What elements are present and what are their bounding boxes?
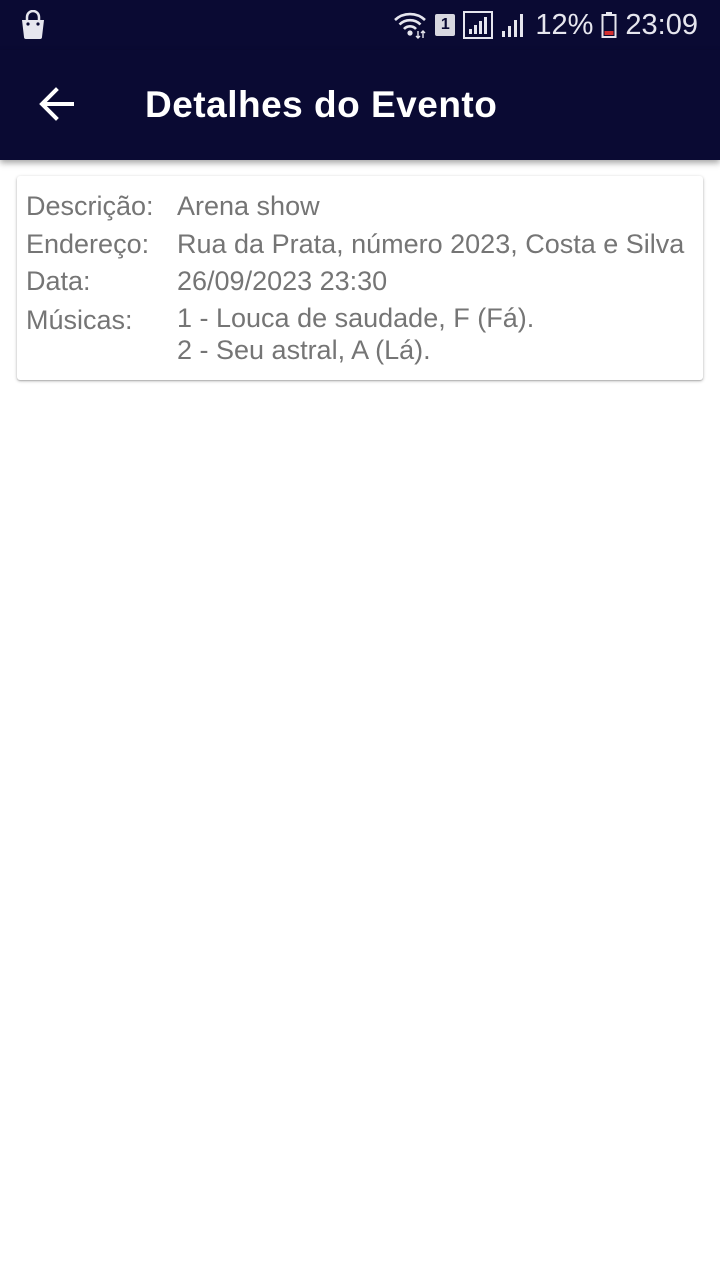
sim-1-icon: 1 [435,14,456,36]
wifi-icon [393,11,427,39]
shopping-bag-icon [20,9,46,40]
date-label: Data: [26,266,91,296]
arrow-back-icon[interactable] [28,77,84,133]
date-value: 26/09/2023 23:30 [177,266,388,296]
signal-2-icon [501,11,527,39]
status-icons: 1 12% 23:09 [393,0,698,50]
description-label: Descrição: [26,191,154,221]
songs-list: 1 - Louca de saudade, F (Fá). 2 - Seu as… [177,302,534,366]
songs-label: Músicas: [26,305,133,335]
battery-icon [601,11,617,39]
song-item: 2 - Seu astral, A (Lá). [177,335,431,365]
event-details-card: Descrição: Arena show Endereço: Rua da P… [17,176,703,380]
app-bar: Detalhes do Evento [0,50,720,160]
address-value: Rua da Prata, número 2023, Costa e Silva [177,229,685,259]
status-bar: 1 12% 23:09 [0,0,720,50]
description-value: Arena show [177,191,320,221]
address-label: Endereço: [26,229,150,259]
page-title: Detalhes do Evento [145,84,498,125]
song-item: 1 - Louca de saudade, F (Fá). [177,303,535,333]
battery-percent: 12% [535,8,594,41]
signal-icon [463,11,494,39]
clock: 23:09 [625,8,698,41]
back-button[interactable] [28,77,84,133]
